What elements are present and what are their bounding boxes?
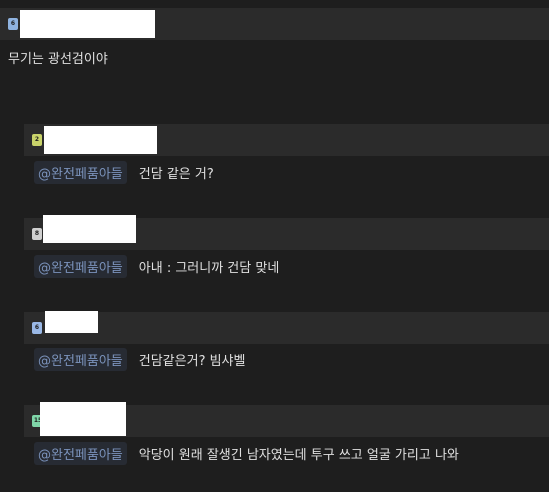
reply-header: 15 bbox=[24, 402, 549, 437]
level-badge-icon: 6 bbox=[32, 322, 42, 334]
reply-row: @완전페품아들 건담같은거? 빔샤벨 bbox=[34, 347, 246, 371]
reply-body: 아내 : 그러니까 건담 맞네 bbox=[138, 260, 280, 276]
mention-tag[interactable]: @완전페품아들 bbox=[34, 160, 127, 184]
redacted-username[interactable] bbox=[40, 402, 126, 436]
redacted-username[interactable] bbox=[43, 215, 136, 243]
reply-header: 6 bbox=[24, 311, 549, 344]
reply-row: @완전페품아들 건담 같은 거? bbox=[34, 160, 214, 184]
redacted-username[interactable] bbox=[44, 126, 157, 154]
level-badge-icon: 6 bbox=[8, 18, 18, 30]
mention-tag[interactable]: @완전페품아들 bbox=[34, 347, 127, 371]
reply-row: @완전페품아들 아내 : 그러니까 건담 맞네 bbox=[34, 254, 280, 278]
reply-header: 8 bbox=[24, 215, 549, 250]
reply-row: @완전페품아들 악당이 원래 잘생긴 남자였는데 투구 쓰고 얼굴 가리고 나와 bbox=[34, 441, 459, 465]
level-badge-icon: 2 bbox=[32, 134, 42, 146]
post-body: 무기는 광선검이야 bbox=[8, 52, 108, 67]
reply-header: 2 bbox=[24, 124, 549, 156]
level-badge-icon: 8 bbox=[32, 228, 42, 240]
redacted-username[interactable] bbox=[20, 10, 155, 38]
redacted-username[interactable] bbox=[45, 311, 98, 333]
reply-body: 건담같은거? 빔샤벨 bbox=[138, 353, 246, 369]
mention-tag[interactable]: @완전페품아들 bbox=[34, 254, 127, 278]
reply-body: 건담 같은 거? bbox=[138, 166, 214, 182]
mention-tag[interactable]: @완전페품아들 bbox=[34, 441, 127, 465]
post-header: 6 bbox=[0, 8, 549, 40]
reply-body: 악당이 원래 잘생긴 남자였는데 투구 쓰고 얼굴 가리고 나와 bbox=[138, 447, 459, 463]
